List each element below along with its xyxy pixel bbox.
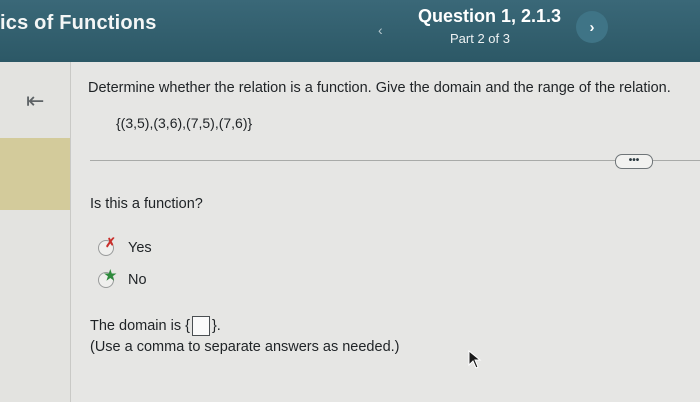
domain-suffix: }. — [211, 318, 221, 334]
mouse-cursor-icon — [468, 350, 482, 369]
radio-yes[interactable]: ✗ — [98, 235, 116, 256]
more-options-button[interactable]: ••• — [615, 154, 653, 169]
collapse-left-icon[interactable]: ⇤ — [26, 88, 44, 114]
part-label: Part 2 of 3 — [450, 31, 510, 46]
chevron-left-icon[interactable]: ‹ — [378, 22, 383, 38]
course-title: ics of Functions — [0, 12, 157, 34]
next-question-button[interactable]: › — [576, 11, 608, 43]
relation-set: {(3,5),(3,6),(7,5),(7,6)} — [116, 115, 253, 131]
header-bar: ics of Functions ‹ Question 1, 2.1.3 Par… — [0, 0, 700, 62]
incorrect-x-icon: ✗ — [105, 235, 116, 250]
radio-no[interactable]: ★ — [98, 267, 117, 288]
option-no[interactable]: ★ No — [98, 267, 147, 288]
option-no-label: No — [128, 272, 147, 288]
sidebar-highlight — [0, 138, 70, 210]
domain-line: The domain is { }. — [90, 316, 221, 336]
question-title: Question 1, 2.1.3 — [418, 6, 562, 26]
chevron-right-icon: › — [589, 18, 595, 36]
correct-star-icon: ★ — [104, 267, 117, 283]
domain-prefix: The domain is { — [90, 318, 190, 334]
answer-hint: (Use a comma to separate answers as need… — [90, 339, 400, 355]
question-prompt: Determine whether the relation is a func… — [88, 80, 671, 96]
sub-question: Is this a function? — [90, 196, 203, 212]
option-yes[interactable]: ✗ Yes — [98, 235, 152, 256]
option-yes-label: Yes — [128, 240, 152, 256]
divider — [90, 160, 700, 161]
domain-answer-input[interactable] — [191, 316, 210, 336]
